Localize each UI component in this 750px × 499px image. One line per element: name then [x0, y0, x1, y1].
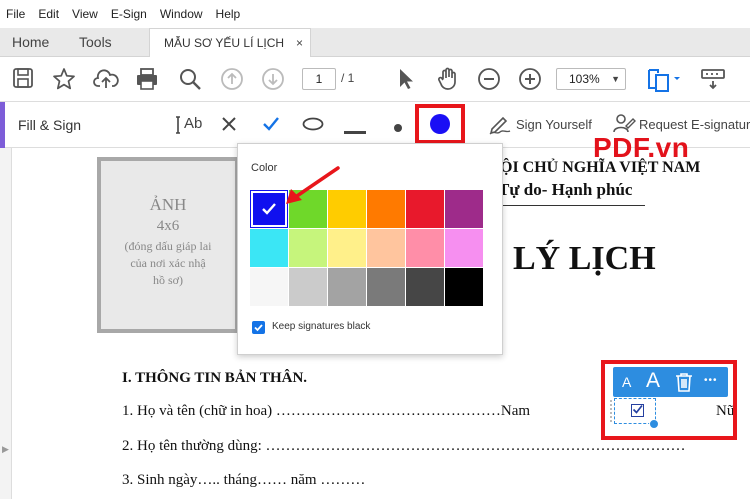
color-swatch[interactable] — [250, 229, 288, 267]
color-label: Color — [251, 162, 278, 174]
color-swatch[interactable] — [367, 190, 405, 228]
checkbox-field[interactable] — [614, 398, 659, 429]
pen-sign-icon[interactable] — [488, 113, 512, 140]
main-toolbar: 1 / 1 103% ▼ — [0, 57, 750, 102]
ellipse-icon[interactable] — [302, 117, 324, 136]
sign-yourself-button[interactable]: Sign Yourself — [516, 117, 592, 132]
left-panel-gutter: ▶ — [0, 148, 12, 499]
more-options-icon[interactable]: ••• — [704, 375, 718, 386]
color-swatch[interactable] — [445, 268, 483, 306]
color-swatch[interactable] — [250, 268, 288, 306]
zoom-in-icon[interactable] — [518, 67, 542, 91]
color-swatch[interactable] — [406, 190, 444, 228]
resize-handle[interactable] — [649, 419, 659, 429]
decrease-font-button[interactable]: A — [622, 374, 631, 390]
tab-document-label: MẪU SƠ YẾU LÍ LỊCH — [164, 36, 285, 50]
keyboard-icon[interactable] — [700, 67, 726, 91]
tab-document[interactable]: MẪU SƠ YẾU LÍ LỊCH × — [149, 28, 311, 58]
color-swatch[interactable] — [328, 268, 366, 306]
request-esignature-button[interactable]: Request E-signatur — [639, 117, 750, 132]
page-down-icon[interactable] — [261, 67, 285, 91]
line-icon[interactable] — [344, 122, 366, 140]
cross-mark-icon[interactable] — [221, 116, 237, 137]
search-icon[interactable] — [178, 67, 202, 91]
form-line-birthdate: 3. Sinh ngày….. tháng…… năm ……… — [122, 472, 366, 488]
add-text-tool[interactable]: Ab — [176, 115, 202, 140]
menu-help[interactable]: Help — [216, 7, 241, 21]
trash-icon[interactable] — [675, 372, 693, 397]
color-swatch[interactable] — [367, 229, 405, 267]
hand-icon[interactable] — [436, 67, 460, 91]
zoom-level-value: 103% — [569, 72, 600, 86]
text-field-context-bar: A A ••• — [613, 367, 728, 397]
color-swatch[interactable] — [445, 229, 483, 267]
section-1-heading: I. THÔNG TIN BẢN THÂN. — [122, 370, 308, 386]
color-swatch[interactable] — [289, 229, 327, 267]
expand-panel-icon[interactable]: ▶ — [2, 444, 9, 455]
menu-file[interactable]: File — [6, 7, 25, 21]
tab-home[interactable]: Home — [12, 34, 49, 50]
page-number-input[interactable]: 1 — [302, 68, 336, 90]
checkmark-icon[interactable] — [262, 115, 280, 138]
zoom-level-select[interactable]: 103% ▼ — [556, 68, 626, 90]
photo-placeholder: ẢNH 4x6 (đóng dấu giáp lai của nơi xác n… — [97, 157, 239, 333]
zoom-out-icon[interactable] — [477, 67, 501, 91]
pdfvn-logo: PDF.vn — [593, 132, 690, 163]
header-underline — [493, 205, 645, 206]
menu-esign[interactable]: E-Sign — [111, 7, 147, 21]
pointer-icon[interactable] — [396, 67, 416, 91]
keep-black-checkbox[interactable] — [252, 321, 265, 334]
color-swatch[interactable] — [406, 229, 444, 267]
star-icon[interactable] — [52, 67, 76, 91]
keep-black-label: Keep signatures black — [272, 321, 371, 332]
annotation-arrow — [286, 166, 340, 204]
menu-view[interactable]: View — [72, 7, 98, 21]
color-button-highlight — [415, 104, 465, 144]
page-total: / 1 — [341, 71, 355, 85]
fill-sign-accent — [0, 102, 5, 148]
color-swatch[interactable] — [328, 229, 366, 267]
form-line-common-name: 2. Họ tên thường dùng: ……………………………………………… — [122, 438, 686, 454]
color-swatch[interactable] — [406, 268, 444, 306]
chevron-down-icon: ▼ — [611, 74, 620, 84]
photo-line-1: ẢNH — [149, 195, 187, 214]
page-up-icon[interactable] — [220, 67, 244, 91]
fill-sign-title: Fill & Sign — [18, 117, 82, 133]
photo-line-2: 4x6 — [156, 218, 180, 234]
save-icon[interactable] — [12, 67, 34, 89]
add-text-label: Ab — [184, 115, 203, 132]
tab-tools[interactable]: Tools — [79, 34, 112, 50]
photo-line-3: (đóng dấu giáp lai — [124, 239, 212, 253]
page-fit-icon[interactable] — [646, 67, 680, 93]
upload-cloud-icon[interactable] — [93, 67, 119, 91]
color-swatch[interactable] — [445, 190, 483, 228]
doc-header-line-2: Tự do- Hạnh phúc — [498, 180, 633, 199]
form-line-name: 1. Họ và tên (chữ in hoa) ……………………………………… — [122, 403, 531, 419]
close-tab-icon[interactable]: × — [296, 36, 303, 50]
dot-icon[interactable] — [393, 120, 403, 138]
doc-title: LÝ LỊCH — [513, 240, 656, 277]
menu-edit[interactable]: Edit — [38, 7, 59, 21]
color-picker-popup: Color Keep signatures black — [237, 143, 503, 355]
checkbox-mark-icon — [631, 404, 644, 417]
menu-window[interactable]: Window — [160, 7, 203, 21]
print-icon[interactable] — [135, 67, 159, 91]
increase-font-button[interactable]: A — [646, 369, 660, 393]
photo-line-4: của nơi xác nhậ — [130, 256, 206, 270]
field-grip — [610, 400, 612, 422]
color-swatch[interactable] — [367, 268, 405, 306]
color-swatch[interactable] — [289, 268, 327, 306]
photo-line-5: hồ sơ) — [152, 273, 183, 287]
menu-bar: File Edit View E-Sign Window Help — [0, 0, 750, 28]
tab-bar: Home Tools MẪU SƠ YẾU LÍ LỊCH × — [0, 28, 750, 58]
